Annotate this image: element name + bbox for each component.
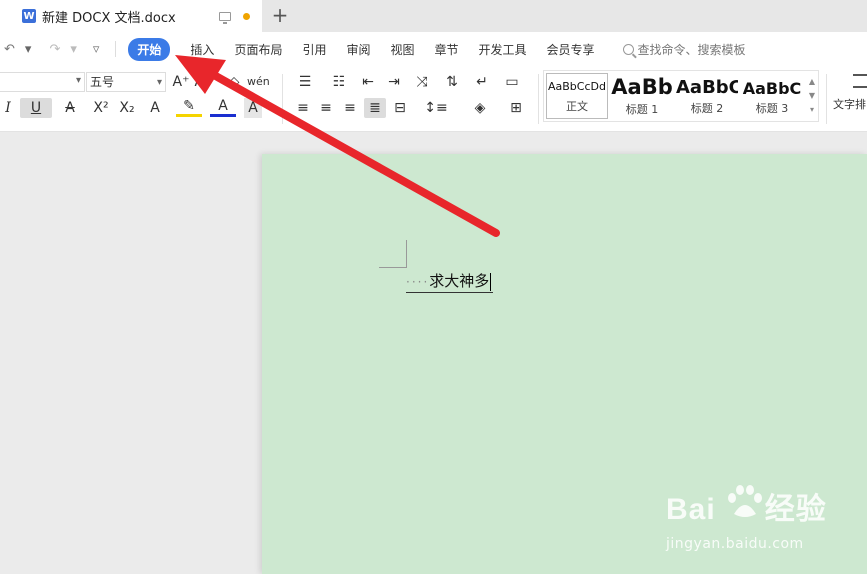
line-spacing-icon[interactable]: ↕≡ xyxy=(422,98,450,118)
space-marks: ···· xyxy=(406,275,430,289)
shrink-font-icon[interactable]: A⁻ xyxy=(194,72,212,92)
table-tools-icon[interactable]: ▭ xyxy=(502,72,522,92)
tab-bar: W 新建 DOCX 文档.docx + xyxy=(0,0,867,32)
style-label: 标题 3 xyxy=(755,102,789,115)
wordart-button[interactable]: 文字排 xyxy=(833,74,867,112)
customize-quick-access-icon[interactable]: ▿ xyxy=(93,42,100,57)
tab-view[interactable]: 视图 xyxy=(390,41,414,58)
redo-dropdown-icon[interactable]: ▾ xyxy=(70,42,77,57)
style-label: 标题 1 xyxy=(625,103,659,116)
show-marks-icon[interactable]: ↵ xyxy=(470,72,494,92)
style-sample: AaBbC xyxy=(742,79,802,98)
text-cursor xyxy=(490,272,492,291)
monitor-icon[interactable] xyxy=(219,11,231,24)
distributed-align-icon[interactable]: ⊟ xyxy=(390,98,410,118)
style-label: 标题 2 xyxy=(690,102,724,115)
grow-font-icon[interactable]: A⁺ xyxy=(172,72,190,92)
document-text-line[interactable]: ····求大神多 xyxy=(406,270,494,293)
paw-icon xyxy=(728,485,762,517)
divider xyxy=(538,74,539,124)
search-icon xyxy=(622,43,634,55)
borders-icon[interactable]: ⊞ xyxy=(502,98,530,118)
tab-insert[interactable]: 插入 xyxy=(190,41,214,58)
divider xyxy=(115,41,117,57)
superscript-button[interactable]: X² xyxy=(90,98,112,118)
tab-references[interactable]: 引用 xyxy=(302,41,326,58)
style-heading-1[interactable]: AaBb 标题 1 xyxy=(611,73,673,119)
command-search[interactable]: 查找命令、搜索模板 xyxy=(622,41,746,58)
decrease-indent-icon[interactable]: ⇤ xyxy=(358,72,378,92)
style-sample: AaBbC xyxy=(676,77,738,98)
search-placeholder: 查找命令、搜索模板 xyxy=(637,42,746,57)
style-sample: AaBb xyxy=(611,75,673,99)
quick-access: ↶ ▾ ↷ ▾ ▿ xyxy=(4,42,109,57)
unsaved-dot-icon xyxy=(243,12,250,20)
styles-gallery: AaBbCcDd 正文 AaBb 标题 1 AaBbC 标题 2 AaBbC 标… xyxy=(543,70,819,122)
menu-bar: ↶ ▾ ↷ ▾ ▿ 开始 插入 页面布局 引用 审阅 视图 章节 开发工具 会员… xyxy=(0,32,867,66)
char-shading-button[interactable]: A xyxy=(244,98,262,118)
align-left-icon[interactable]: ≡ xyxy=(292,98,314,118)
document-tab[interactable]: W 新建 DOCX 文档.docx xyxy=(0,0,262,32)
italic-button[interactable]: I xyxy=(2,98,14,118)
document-tab-title: 新建 DOCX 文档.docx xyxy=(42,10,176,26)
font-color-button[interactable]: A xyxy=(210,98,236,117)
ribbon: 五号 A⁺ A⁻ ◇ wén I U A X² X₂ A ✎ A A ☰ ☷ ⇤… xyxy=(0,66,867,132)
margin-corner-marker xyxy=(379,240,407,268)
styles-scroll[interactable]: ▲ ▼ ▾ xyxy=(808,75,816,117)
wps-writer-icon: W xyxy=(22,9,36,23)
new-tab-button[interactable]: + xyxy=(270,4,290,26)
paragraph-shading-icon[interactable]: ◈ xyxy=(466,98,494,118)
style-normal[interactable]: AaBbCcDd 正文 xyxy=(546,73,608,119)
font-size-select[interactable]: 五号 xyxy=(86,72,166,92)
clear-format-icon[interactable]: ◇ xyxy=(225,72,243,92)
tab-page-layout[interactable]: 页面布局 xyxy=(234,41,282,58)
tab-developer[interactable]: 开发工具 xyxy=(479,41,527,58)
underline-button[interactable]: U xyxy=(20,98,52,118)
divider xyxy=(282,74,283,124)
watermark-logo-left: Bai xyxy=(666,493,716,526)
style-sample: AaBbCcDd xyxy=(548,80,606,93)
divider xyxy=(826,74,827,124)
redo-icon[interactable]: ↷ xyxy=(49,42,60,57)
watermark-url: jingyan.baidu.com xyxy=(666,536,804,552)
undo-icon[interactable]: ↶ xyxy=(4,42,15,57)
style-heading-3[interactable]: AaBbC 标题 3 xyxy=(741,73,803,119)
align-center-icon[interactable]: ≡ xyxy=(316,98,336,118)
phonetic-guide-icon[interactable]: wén xyxy=(247,72,270,92)
numbered-list-icon[interactable]: ☷ xyxy=(326,72,352,92)
bullet-list-icon[interactable]: ☰ xyxy=(292,72,318,92)
tab-sections[interactable]: 章节 xyxy=(435,41,459,58)
wordart-icon xyxy=(853,74,867,88)
baidu-watermark: Bai 经验 jingyan.baidu.com xyxy=(666,484,836,564)
strikethrough-button[interactable]: A xyxy=(58,98,82,118)
highlight-button[interactable]: ✎ xyxy=(176,98,202,117)
tab-review[interactable]: 审阅 xyxy=(346,41,370,58)
undo-dropdown-icon[interactable]: ▾ xyxy=(25,42,32,57)
increase-indent-icon[interactable]: ⇥ xyxy=(384,72,404,92)
subscript-button[interactable]: X₂ xyxy=(116,98,138,118)
justify-icon[interactable]: ≣ xyxy=(364,98,386,118)
style-label: 正文 xyxy=(566,100,588,113)
font-name-select[interactable] xyxy=(0,72,85,92)
chinese-layout-icon[interactable]: ⤨ xyxy=(410,72,434,92)
style-heading-2[interactable]: AaBbC 标题 2 xyxy=(676,73,738,119)
sort-icon[interactable]: ⇅ xyxy=(442,72,462,92)
wordart-label: 文字排 xyxy=(833,98,866,111)
tab-member[interactable]: 会员专享 xyxy=(547,41,595,58)
document-text: 求大神多 xyxy=(429,272,490,290)
text-effect-button[interactable]: A xyxy=(142,98,168,118)
align-right-icon[interactable]: ≡ xyxy=(340,98,360,118)
tab-home[interactable]: 开始 xyxy=(128,37,171,61)
watermark-logo-right: 经验 xyxy=(764,493,827,526)
